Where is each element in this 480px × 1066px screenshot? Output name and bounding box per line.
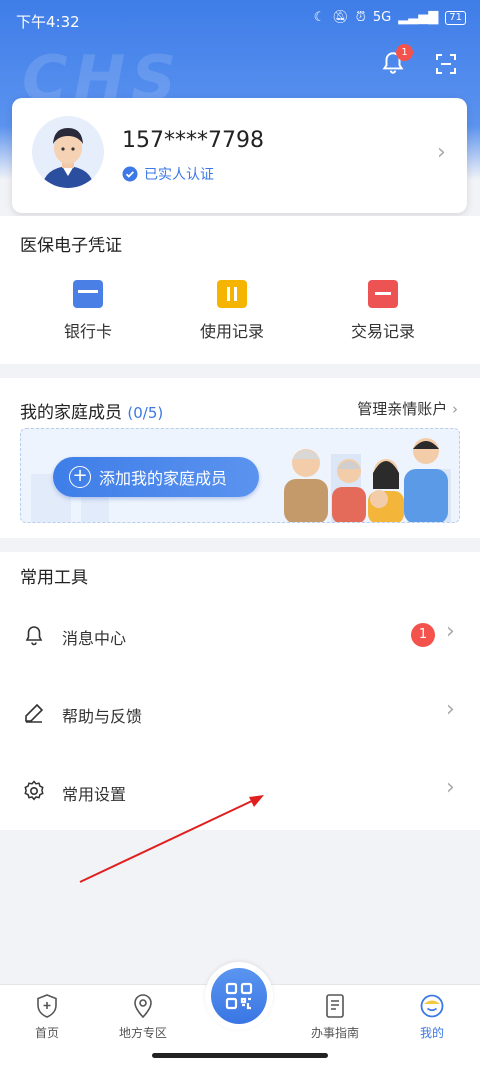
family-count: (0/5) [127,404,164,422]
tool-label: 消息中心 [62,629,127,648]
tool-row-settings[interactable]: 常用设置 › [0,771,480,811]
tool-row-help-feedback[interactable]: 帮助与反馈 › [0,693,480,733]
nav-label: 办事指南 [310,1026,359,1040]
notification-button[interactable]: 1 [380,44,413,78]
nav-guide[interactable]: 办事指南 [295,993,375,1041]
chevron-right-icon: › [446,619,455,644]
verified-label: 已实人认证 [144,167,214,183]
status-time: 下午4:32 [16,13,80,31]
document-icon [326,994,344,1018]
nav-mine[interactable]: 我的 [392,993,472,1041]
voucher-item-bank-card[interactable]: 银行卡 [18,280,158,342]
family-title-label: 我的家庭成员 [20,403,122,423]
usage-record-icon [217,280,247,308]
family-title: 我的家庭成员 (0/5) [20,398,163,423]
home-indicator [152,1053,328,1058]
mute-icon: 🔕︎ [332,10,349,25]
manage-label: 管理亲情账户 [357,400,448,418]
profile-card[interactable]: 157****7798 已实人认证 › [12,98,467,213]
chevron-right-icon: › [446,775,455,800]
family-banner: + 添加我的家庭成员 [20,428,460,523]
battery-level: 71 [445,10,466,25]
voucher-label: 使用记录 [199,322,264,341]
message-badge: 1 [411,623,435,647]
add-family-label: 添加我的家庭成员 [99,469,228,488]
scan-icon[interactable] [434,52,458,76]
network-label: 5G [372,10,392,25]
verified-check-icon [122,166,138,182]
location-pin-icon [134,994,152,1019]
tools-title: 常用工具 [20,568,88,588]
nav-local-zone[interactable]: 地方专区 [103,993,183,1041]
phone-number: 157****7798 [122,128,264,153]
tool-label: 帮助与反馈 [62,707,143,726]
nav-home[interactable]: 首页 [7,993,87,1041]
bell-icon [25,626,43,646]
qr-button-face [211,968,267,1024]
voucher-label: 银行卡 [63,322,112,341]
voucher-item-transaction-record[interactable]: 交易记录 [313,280,453,342]
tool-row-message-center[interactable]: 消息中心 1 › [0,615,480,655]
voucher-item-usage-record[interactable]: 使用记录 [162,280,302,342]
add-family-member-button[interactable]: + 添加我的家庭成员 [53,457,259,497]
transaction-record-icon [368,280,398,308]
signal-icon: ▂▃▅▇ [398,10,439,25]
nav-label: 地方专区 [118,1026,167,1040]
notification-badge: 1 [396,44,413,61]
qr-code-icon [225,982,253,1010]
verified-status: 已实人认证 [122,164,214,184]
smile-face-icon [420,994,444,1018]
voucher-title: 医保电子凭证 [20,236,122,256]
family-illustration [284,438,448,522]
voucher-label: 交易记录 [350,322,415,341]
nav-qr-code-button[interactable] [205,962,273,1030]
nav-label: 我的 [419,1026,444,1040]
status-bar: 下午4:32 ☾ 🔕︎ ⏰︎ 5G ▂▃▅▇ 71 [0,0,480,38]
plus-icon: + [69,466,91,488]
moon-icon: ☾ [313,10,326,25]
chevron-right-icon: › [446,697,455,722]
manage-family-link[interactable]: 管理亲情账户 › [357,398,458,419]
avatar [32,116,104,188]
chevron-right-icon: › [437,140,446,165]
alarm-icon: ⏰︎ [355,10,366,25]
status-icons: ☾ 🔕︎ ⏰︎ 5G ▂▃▅▇ 71 [314,10,466,25]
nav-label: 首页 [34,1026,59,1040]
gear-icon [24,780,44,801]
shield-home-icon [37,994,57,1018]
chevron-right-icon: › [452,400,458,418]
tool-label: 常用设置 [62,785,127,804]
pen-icon [25,703,44,723]
bank-card-icon [73,280,103,308]
